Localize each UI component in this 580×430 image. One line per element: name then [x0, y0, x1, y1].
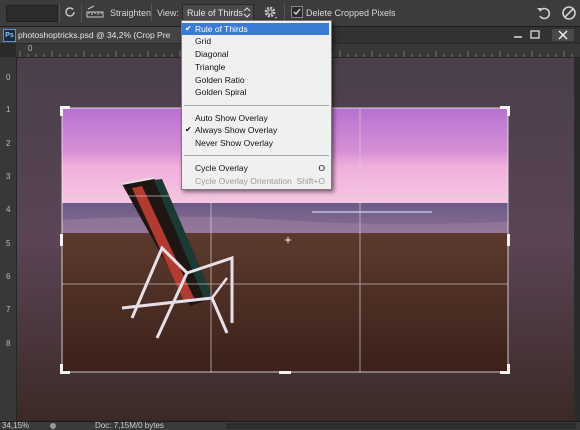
straighten-label[interactable]: Straighten — [110, 8, 151, 18]
menu-item-label: Triangle — [195, 62, 226, 72]
menu-item-label: Golden Ratio — [195, 75, 245, 85]
delete-cropped-label[interactable]: Delete Cropped Pixels — [306, 8, 396, 18]
ruler-label: 0 — [28, 44, 33, 53]
menu-item-triangle[interactable]: Triangle — [182, 61, 329, 73]
close-icon[interactable] — [552, 29, 574, 41]
photoshop-icon: Ps — [3, 29, 16, 42]
menu-item-diagonal[interactable]: Diagonal — [182, 48, 329, 60]
ruler-label: 0 — [6, 73, 11, 82]
minimize-icon[interactable] — [510, 29, 526, 41]
ruler-label: 6 — [6, 272, 11, 281]
ruler-label: 3 — [6, 172, 11, 181]
rotate-crop-icon[interactable] — [63, 5, 77, 19]
checkmark-icon: ✔ — [185, 125, 192, 134]
checkmark-icon: ✔ — [185, 24, 192, 33]
view-overlay-value: Rule of Thirds — [187, 8, 243, 18]
menu-separator — [184, 155, 329, 156]
overlay-options-menu: ✔ Rule of Thirds Grid Diagonal Triangle … — [181, 20, 332, 190]
maximize-icon[interactable] — [527, 29, 543, 41]
ruler-label: 1 — [6, 105, 11, 114]
menu-item-label: Rule of Thirds — [195, 24, 248, 34]
view-label: View: — [157, 8, 179, 18]
menu-item-cycle-overlay[interactable]: Cycle Overlay O — [182, 162, 329, 174]
menu-item-golden-spiral[interactable]: Golden Spiral — [182, 86, 329, 98]
checkmark-icon — [293, 8, 301, 16]
horizontal-scrollbar[interactable] — [226, 423, 576, 429]
divider — [81, 4, 82, 22]
menu-separator — [184, 105, 329, 106]
delete-cropped-checkbox[interactable] — [291, 6, 303, 18]
menu-item-label: Golden Spiral — [195, 87, 247, 97]
ruler-label: 4 — [6, 205, 11, 214]
divider — [59, 4, 60, 22]
menu-item-label: Never Show Overlay — [195, 138, 273, 148]
divider — [151, 4, 152, 22]
menu-item-golden-ratio[interactable]: Golden Ratio — [182, 74, 329, 86]
gear-icon[interactable] — [262, 4, 278, 20]
ruler-label: 7 — [6, 305, 11, 314]
straighten-icon[interactable] — [86, 5, 104, 19]
document-title: photoshoptricks.psd @ 34,2% (Crop Pre — [18, 30, 171, 40]
ruler-label: 2 — [6, 139, 11, 148]
up-down-chevron-icon — [243, 7, 251, 18]
menu-item-label: Always Show Overlay — [195, 125, 278, 135]
crop-ratio-field[interactable] — [6, 5, 58, 22]
menu-item-label: Cycle Overlay — [195, 163, 248, 173]
ruler-label: 8 — [6, 339, 11, 348]
vertical-ruler: 0 1 2 3 4 5 6 7 8 — [0, 57, 17, 421]
ruler-label: 5 — [6, 239, 11, 248]
menu-item-label: Auto Show Overlay — [195, 113, 268, 123]
document-tab[interactable]: Ps photoshoptricks.psd @ 34,2% (Crop Pre — [0, 27, 201, 43]
menu-item-never-show-overlay[interactable]: Never Show Overlay — [182, 137, 329, 149]
vertical-scrollbar[interactable] — [574, 58, 580, 420]
cancel-icon[interactable] — [561, 5, 577, 21]
menu-item-cycle-overlay-orientation: Cycle Overlay Orientation Shift+O — [182, 175, 329, 187]
menu-item-always-show-overlay[interactable]: ✔ Always Show Overlay — [182, 124, 329, 136]
menu-item-label: Diagonal — [195, 49, 229, 59]
reset-icon[interactable] — [536, 5, 552, 21]
menu-item-label: Grid — [195, 36, 212, 46]
menu-item-auto-show-overlay[interactable]: Auto Show Overlay — [182, 112, 329, 124]
menu-item-label: Cycle Overlay Orientation — [195, 176, 292, 186]
menu-item-shortcut: Shift+O — [296, 176, 325, 186]
menu-item-grid[interactable]: Grid — [182, 35, 329, 47]
menu-item-shortcut: O — [318, 163, 325, 173]
menu-item-rule-of-thirds[interactable]: ✔ Rule of Thirds — [182, 23, 329, 35]
